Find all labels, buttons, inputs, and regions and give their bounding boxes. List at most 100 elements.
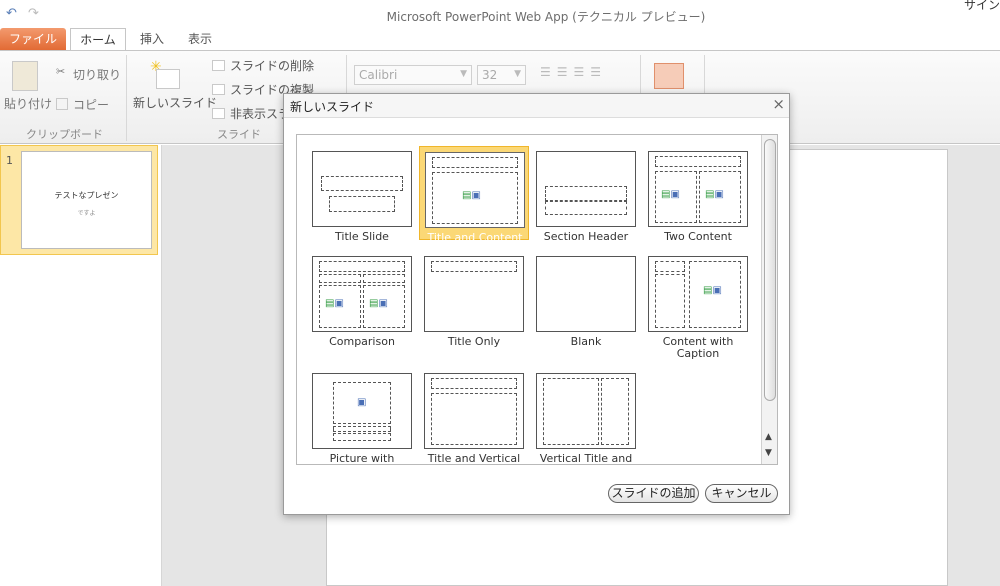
dialog-header: 新しいスライド × [284, 94, 789, 118]
chevron-down-icon: ▼ [514, 69, 521, 79]
scroll-up-icon[interactable]: ▲ [765, 432, 772, 442]
tab-home[interactable]: ホーム [70, 28, 126, 50]
ribbon-tabs: ファイル ホーム 挿入 表示 [0, 28, 1000, 50]
layout-title-slide[interactable]: Title Slide [307, 146, 417, 243]
layout-label: Title Slide [335, 230, 389, 243]
layout-preview [536, 151, 636, 227]
layout-preview: ▣ [312, 373, 412, 449]
copy-icon [56, 98, 68, 110]
layout-preview: ▤▣ ▤▣ [648, 151, 748, 227]
layout-vertical-title-and-text[interactable]: Vertical Title and [531, 368, 641, 465]
tab-insert[interactable]: 挿入 [130, 28, 174, 50]
slide-thumbnail-selected[interactable]: 1 テストなプレゼン ですよ [0, 145, 158, 255]
picture-icon: ▣ [378, 298, 388, 309]
layout-content-with-caption[interactable]: ▤▣ Content with Caption [643, 251, 753, 360]
vertical-text-placeholder [543, 378, 599, 445]
cut-button[interactable]: 切り取り [73, 66, 121, 83]
layout-preview [312, 151, 412, 227]
picture-icon: ▣ [714, 189, 724, 200]
caption-placeholder [333, 433, 391, 441]
dialog-title: 新しいスライド [290, 100, 375, 114]
layout-label: Vertical Title and [539, 452, 633, 465]
slides-group-label: スライド [217, 128, 261, 141]
layout-title-and-vertical-text[interactable]: Title and Vertical [419, 368, 529, 465]
picture-icon: ▣ [712, 285, 722, 296]
layout-section-header[interactable]: Section Header [531, 146, 641, 243]
picture-icon: ▣ [334, 298, 344, 309]
powerpoint-icon[interactable] [654, 63, 684, 89]
scissors-icon: ✂ [56, 65, 66, 78]
left-heading-placeholder [319, 274, 361, 283]
font-size-value: 32 [482, 68, 498, 82]
layout-label: Comparison [329, 335, 395, 348]
layout-label: Title Only [447, 335, 501, 348]
title-placeholder [545, 186, 627, 201]
layout-label: Title and Vertical [427, 452, 521, 465]
close-icon[interactable]: × [772, 95, 785, 113]
vertical-text-placeholder [431, 393, 517, 445]
layout-title-only[interactable]: Title Only [419, 251, 529, 348]
title-placeholder [333, 426, 391, 432]
slide-panel: 1 テストなプレゼン ですよ [0, 145, 162, 586]
layout-preview: ▤▣ [648, 256, 748, 332]
title-bar: ↶ ↷ Microsoft PowerPoint Web App (テクニカル … [0, 0, 1000, 28]
delete-slide-icon [212, 60, 225, 71]
separator [126, 55, 127, 141]
right-heading-placeholder [363, 274, 405, 283]
content-icons: ▤▣ [369, 299, 388, 309]
paste-icon [12, 61, 38, 91]
delete-slide-button[interactable]: スライドの削除 [230, 57, 314, 74]
tab-view[interactable]: 表示 [178, 28, 222, 50]
caption-placeholder [655, 274, 685, 328]
title-placeholder [432, 157, 518, 168]
scrollbar-thumb[interactable] [764, 139, 776, 401]
layout-preview: ▤▣ [425, 152, 525, 228]
scroll-down-icon[interactable]: ▼ [765, 448, 772, 458]
text-placeholder [545, 201, 627, 215]
font-name-value: Calibri [359, 68, 398, 82]
layout-comparison[interactable]: ▤▣ ▤▣ Comparison [307, 251, 417, 348]
title-placeholder [655, 156, 741, 167]
slide-thumbnail[interactable]: テストなプレゼン ですよ [21, 151, 152, 249]
picture-icon: ▣ [357, 397, 367, 408]
layout-preview [424, 373, 524, 449]
layout-label: Blank [570, 335, 602, 348]
layout-two-content[interactable]: ▤▣ ▤▣ Two Content [643, 146, 753, 243]
thumbnail-subtitle: ですよ [77, 210, 96, 217]
layout-picture-with-caption[interactable]: ▣ Picture with [307, 368, 417, 464]
add-slide-button[interactable]: スライドの追加 [608, 484, 699, 503]
hide-slide-icon [212, 108, 225, 119]
title-placeholder [655, 261, 685, 272]
cancel-button[interactable]: キャンセル [705, 484, 778, 503]
gallery-scrollbar[interactable]: ▲ ▼ [761, 135, 777, 464]
duplicate-slide-icon [212, 84, 225, 95]
paste-button[interactable]: 貼り付け [4, 95, 52, 112]
slide-number: 1 [6, 154, 13, 167]
new-slide-icon [156, 69, 180, 89]
title-placeholder [431, 378, 517, 389]
layout-blank[interactable]: Blank [531, 251, 641, 348]
tab-file[interactable]: ファイル [0, 28, 66, 50]
picture-icon: ▣ [471, 190, 481, 201]
layout-label: Section Header [543, 230, 629, 243]
content-icons: ▤▣ [661, 190, 680, 200]
new-slide-button[interactable]: 新しいスライド [133, 94, 217, 111]
layout-preview [536, 256, 636, 332]
layout-title-and-content[interactable]: ▤▣ Title and Content [419, 146, 529, 244]
picture-icon: ▣ [670, 189, 680, 200]
font-size-select[interactable]: 32 ▼ [477, 65, 526, 85]
subtitle-placeholder [329, 196, 395, 212]
content-icons: ▤▣ [705, 190, 724, 200]
font-name-select[interactable]: Calibri ▼ [354, 65, 472, 85]
clipboard-group-label: クリップボード [26, 128, 103, 141]
paragraph-icons: ☰☰☰☰ [540, 65, 608, 79]
copy-button[interactable]: コピー [73, 96, 109, 113]
layout-label: Title and Content [427, 231, 523, 244]
sign-in-link[interactable]: サイン [964, 0, 1000, 13]
title-placeholder [319, 261, 405, 272]
new-slide-dialog: 新しいスライド × Title Slide ▤▣ Title and Conte… [283, 93, 790, 515]
layout-gallery: Title Slide ▤▣ Title and Content Section… [296, 134, 778, 465]
layout-label: Two Content [664, 230, 732, 243]
layout-preview: ▤▣ ▤▣ [312, 256, 412, 332]
layout-preview [424, 256, 524, 332]
